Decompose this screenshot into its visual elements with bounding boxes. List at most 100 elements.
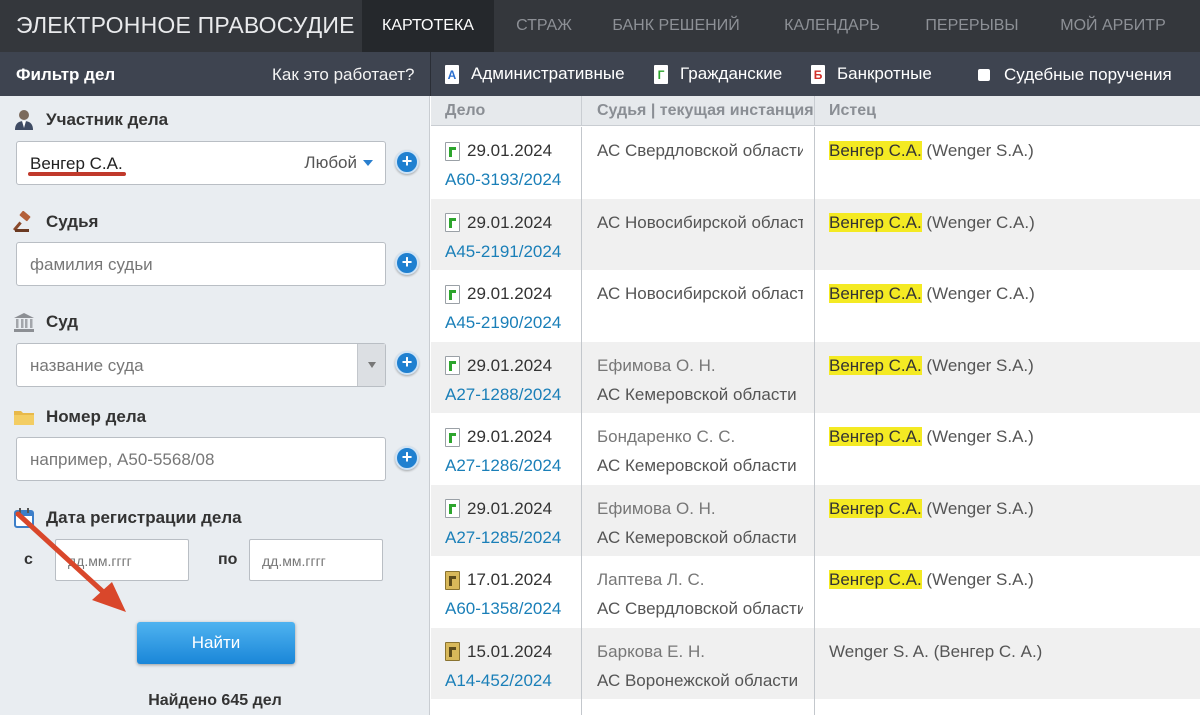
header-case[interactable]: Дело [445,102,485,120]
participant-value: Венгер С.А. [30,154,123,173]
header-judge[interactable]: Судья | текущая инстанция [597,102,813,120]
judge-name: Бондаренко С. С. [597,427,736,446]
court-name: АС Кемеровской области [597,456,797,475]
nav-tab-bank-resheniy[interactable]: БАНК РЕШЕНИЙ [594,0,758,52]
participant-role-dropdown[interactable]: Любой [304,153,373,173]
civil-case-icon [445,141,460,161]
participant-input[interactable]: Венгер С.А. Любой [16,141,386,185]
court-orders-filter[interactable]: Судебные поручения [978,65,1172,85]
case-number-link[interactable]: А45-2190/2024 [445,313,561,333]
category-civil[interactable]: Г Гражданские [654,64,782,84]
case-date: 29.01.2024 [445,499,552,519]
brand-logo[interactable]: ЭЛЕКТРОННОЕ ПРАВОСУДИЕ [16,12,355,39]
court-name: АС Воронежской области [597,670,799,690]
search-highlight: Венгер С.А. [829,427,922,446]
nav-tab-breaks[interactable]: ПЕРЕРЫВЫ [906,0,1038,52]
how-it-works-link[interactable]: Как это работает? [272,65,415,85]
case-date: 29.01.2024 [445,356,552,376]
results-count: Найдено 645 дел [148,692,282,709]
add-case-number-button[interactable]: + [395,446,419,470]
chevron-down-icon [367,362,376,368]
table-row[interactable]: 29.01.2024 А27-1288/2024 Ефимова О. Н. АС К… [431,341,1200,413]
table-row[interactable]: 29.01.2024 А27-1286/2024 Бондаренко С. С. А… [431,413,1200,484]
search-highlight: Венгер С.А. [829,284,922,303]
case-date: 29.01.2024 [445,141,552,161]
category-label: Административные [471,64,625,83]
court-orders-checkbox[interactable] [978,69,990,81]
court-name: АС Новосибирской области [597,212,803,232]
plaintiff-name[interactable]: Венгер С.А. (Wenger S.A.) [829,498,1034,519]
add-participant-button[interactable]: + [395,150,419,174]
plaintiff-name[interactable]: Венгер С.А. (Wenger С.А.) [829,212,1035,233]
table-row[interactable]: 29.01.2024 А45-2191/2024 АС Новосибирской … [431,198,1200,270]
filter-bar: Фильтр дел Как это работает? А Администр… [0,52,1200,96]
civil-case-icon [445,213,460,232]
date-from-input[interactable]: дд.мм.гггг [55,539,189,581]
case-date: 15.01.2024 [445,642,552,662]
case-number-link[interactable]: А27-1286/2024 [445,456,561,476]
person-icon [12,109,36,131]
case-number-link[interactable]: А60-3193/2024 [445,170,561,190]
search-highlight: Венгер С.А. [829,212,922,232]
table-row[interactable]: 17.01.2024 А60-1358/2024 Лаптева Л. С. АС С… [431,556,1200,627]
nav-tab-kartoteka[interactable]: КАРТОТЕКА [362,0,494,52]
table-row[interactable]: 15.01.2024 А14-452/2024 Баркова Е. Н. АС Во… [431,627,1200,699]
case-date: 29.01.2024 [445,284,552,304]
judge-name: Лаптева Л. С. [597,570,705,589]
divider [581,96,582,126]
table-row[interactable]: 29.01.2024 А60-3193/2024 АС Свердловской о… [431,127,1200,198]
case-number-link[interactable]: А60-1358/2024 [445,599,561,619]
case-date: 29.01.2024 [445,213,552,233]
plaintiff-name[interactable]: Венгер С.А. (Wenger S.A.) [829,141,1034,161]
date-to-input[interactable]: дд.мм.гггг [249,539,383,581]
case-number-input[interactable]: например, А50-5568/08 [16,437,386,481]
column-divider [581,127,582,715]
add-court-button[interactable]: + [395,351,419,375]
civil-doc-icon: Г [654,64,668,84]
category-bankruptcy[interactable]: Б Банкротные [811,64,932,84]
judge-input[interactable]: фамилия судьи [16,242,386,286]
court-name: АС Кемеровской области [597,527,797,547]
date-to-label: по [218,551,238,568]
court-label: Суд [12,311,78,333]
case-number-link[interactable]: А27-1285/2024 [445,528,561,548]
folder-icon [12,406,36,428]
table-row[interactable]: 29.01.2024 А27-1285/2024 Ефимова О. Н. АС К… [431,484,1200,556]
header-plaintiff[interactable]: Истец [829,102,876,120]
results-table-body: 29.01.2024 А60-3193/2024 АС Свердловской о… [431,127,1200,715]
top-nav: ЭЛЕКТРОННОЕ ПРАВОСУДИЕ КАРТОТЕКА СТРАЖ Б… [0,0,1200,52]
add-judge-button[interactable]: + [395,251,419,275]
nav-tab-calendar[interactable]: КАЛЕНДАРЬ [758,0,906,52]
civil-case-icon [445,642,460,661]
plaintiff-name[interactable]: Wenger S. A. (Венгер С. А.) [829,642,1042,662]
plaintiff-name[interactable]: Венгер С.А. (Wenger С.А.) [829,284,1035,304]
participant-label: Участник дела [12,109,168,131]
search-highlight: Венгер С.А. [829,498,922,518]
gavel-icon [12,211,36,233]
plaintiff-name[interactable]: Венгер С.А. (Wenger S.A.) [829,570,1034,590]
column-divider [814,127,815,715]
case-number-link[interactable]: А14-452/2024 [445,671,552,691]
date-from-label: с [24,551,33,568]
judge-name: Ефимова О. Н. [597,355,716,375]
plaintiff-name[interactable]: Венгер С.А. (Wenger S.A.) [829,427,1034,447]
divider [430,52,431,96]
category-label: Банкротные [837,64,932,83]
plaintiff-name[interactable]: Венгер С.А. (Wenger S.A.) [829,355,1034,376]
courthouse-icon [12,311,36,333]
case-date: 17.01.2024 [445,570,552,590]
category-label: Гражданские [680,64,783,83]
case-number-label: Номер дела [12,406,146,428]
find-button[interactable]: Найти [137,622,295,664]
court-name: АС Новосибирской области [597,284,803,303]
court-select[interactable]: название суда [16,343,386,387]
category-administrative[interactable]: А Административные [445,64,625,84]
civil-case-icon [445,356,460,375]
nav-tab-my-arbitr[interactable]: МОЙ АРБИТР [1038,0,1188,52]
table-row[interactable]: 29.01.2024 А45-2190/2024 АС Новосибирской … [431,270,1200,341]
case-number-link[interactable]: А45-2191/2024 [445,242,561,262]
bankruptcy-doc-icon: Б [811,64,825,84]
court-dropdown-button[interactable] [357,344,385,386]
nav-tab-strazh[interactable]: СТРАЖ [494,0,594,52]
case-number-link[interactable]: А27-1288/2024 [445,385,561,405]
